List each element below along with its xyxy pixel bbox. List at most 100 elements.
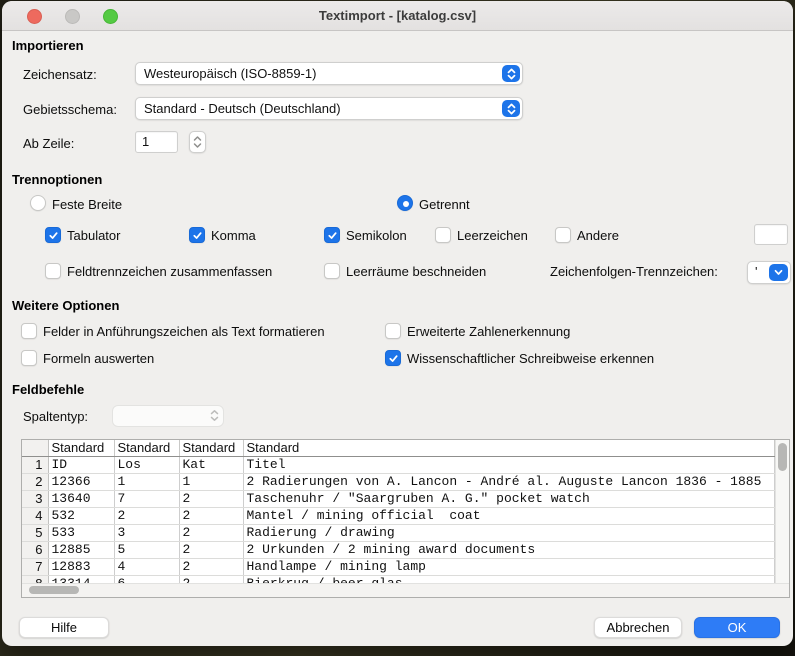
preview-row[interactable]: 612885522 Urkunden / 2 mining award docu… xyxy=(22,541,775,558)
string-delimiter-label: Zeichenfolgen-Trennzeichen: xyxy=(550,264,718,279)
checkbox-scientific-notation[interactable] xyxy=(385,350,401,366)
preview-cell[interactable]: Bierkrug / beer glas xyxy=(243,575,775,583)
checkbox-tab-label: Tabulator xyxy=(67,228,120,243)
cancel-button[interactable]: Abbrechen xyxy=(594,617,682,638)
charset-select[interactable]: Westeuropäisch (ISO-8859-1) xyxy=(135,62,523,85)
preview-cell[interactable]: 2 Radierungen von A. Lancon - André al. … xyxy=(243,473,775,490)
preview-cell[interactable]: Kat xyxy=(179,456,243,473)
check-icon xyxy=(388,353,399,364)
help-button[interactable]: Hilfe xyxy=(19,617,109,638)
preview-cell[interactable]: 2 Urkunden / 2 mining award documents xyxy=(243,541,775,558)
locale-select[interactable]: Standard - Deutsch (Deutschland) xyxy=(135,97,523,120)
checkbox-space[interactable] xyxy=(435,227,451,243)
preview-cell[interactable]: 13640 xyxy=(48,490,114,507)
preview-row[interactable]: 31364072Taschenuhr / "Saargruben A. G." … xyxy=(22,490,775,507)
locale-value: Standard - Deutsch (Deutschland) xyxy=(144,101,498,116)
radio-fixed-width-label: Feste Breite xyxy=(52,197,122,212)
vertical-scrollbar[interactable] xyxy=(775,440,789,583)
checkbox-other-label: Andere xyxy=(577,228,619,243)
column-type-select xyxy=(112,405,224,427)
preview-cell[interactable]: Taschenuhr / "Saargruben A. G." pocket w… xyxy=(243,490,775,507)
preview-cell[interactable]: 2 xyxy=(179,507,243,524)
preview-row[interactable]: 71288342Handlampe / mining lamp xyxy=(22,558,775,575)
preview-cell[interactable]: 5 xyxy=(114,541,179,558)
preview-col-header[interactable]: Standard xyxy=(179,440,243,456)
checkbox-quoted-as-text-label: Felder in Anführungszeichen als Text for… xyxy=(43,324,325,339)
preview-cell[interactable]: 4 xyxy=(114,558,179,575)
window-title: Textimport - [katalog.csv] xyxy=(2,8,793,23)
checkbox-comma[interactable] xyxy=(189,227,205,243)
preview-cell[interactable]: 12366 xyxy=(48,473,114,490)
preview-row[interactable]: 212366112 Radierungen von A. Lancon - An… xyxy=(22,473,775,490)
preview-cell[interactable]: 13314 xyxy=(48,575,114,583)
preview-cell[interactable]: Mantel / mining official coat xyxy=(243,507,775,524)
checkbox-evaluate-formulas-label: Formeln auswerten xyxy=(43,351,154,366)
corner-cell xyxy=(22,440,48,456)
other-separator-input[interactable] xyxy=(754,224,788,245)
vertical-scrollbar-thumb[interactable] xyxy=(778,443,787,471)
chevron-updown-icon xyxy=(193,135,202,149)
preview-cell[interactable]: Handlampe / mining lamp xyxy=(243,558,775,575)
preview-cell[interactable]: ID xyxy=(48,456,114,473)
preview-row[interactable]: 1IDLosKatTitel xyxy=(22,456,775,473)
horizontal-scrollbar[interactable] xyxy=(22,583,789,597)
preview-col-header[interactable]: Standard xyxy=(243,440,775,456)
title-bar: Textimport - [katalog.csv] xyxy=(2,1,793,31)
row-number: 8 xyxy=(22,575,48,583)
preview-cell[interactable]: 7 xyxy=(114,490,179,507)
checkbox-quoted-as-text[interactable] xyxy=(21,323,37,339)
preview-table-head: StandardStandardStandardStandard xyxy=(22,440,775,456)
preview-cell[interactable]: 2 xyxy=(179,524,243,541)
radio-separated-label: Getrennt xyxy=(419,197,470,212)
checkbox-tab[interactable] xyxy=(45,227,61,243)
preview-cell[interactable]: 1 xyxy=(114,473,179,490)
chevron-down-icon xyxy=(769,264,788,281)
preview-cell[interactable]: 2 xyxy=(114,507,179,524)
row-number: 1 xyxy=(22,456,48,473)
preview-cell[interactable]: 2 xyxy=(179,575,243,583)
preview-cell[interactable]: Los xyxy=(114,456,179,473)
checkbox-other[interactable] xyxy=(555,227,571,243)
cancel-button-label: Abbrechen xyxy=(607,620,670,635)
textimport-dialog: Textimport - [katalog.csv] Importieren Z… xyxy=(2,1,793,646)
preview-cell[interactable]: 532 xyxy=(48,507,114,524)
checkbox-scientific-notation-label: Wissenschaftlicher Schreibweise erkennen xyxy=(407,351,654,366)
preview-row[interactable]: 553332Radierung / drawing xyxy=(22,524,775,541)
from-row-input[interactable]: 1 xyxy=(135,131,178,153)
ok-button-label: OK xyxy=(728,620,747,635)
checkbox-merge-delimiters[interactable] xyxy=(45,263,61,279)
preview-cell[interactable]: 2 xyxy=(179,558,243,575)
preview-cell[interactable]: 2 xyxy=(179,541,243,558)
charset-value: Westeuropäisch (ISO-8859-1) xyxy=(144,66,498,81)
preview-cell[interactable]: 1 xyxy=(179,473,243,490)
preview-col-header[interactable]: Standard xyxy=(114,440,179,456)
preview-row[interactable]: 453222Mantel / mining official coat xyxy=(22,507,775,524)
checkbox-trim-spaces-label: Leerräume beschneiden xyxy=(346,264,486,279)
chevron-updown-icon xyxy=(210,409,219,425)
section-fields-heading: Feldbefehle xyxy=(12,382,84,397)
horizontal-scrollbar-thumb[interactable] xyxy=(29,586,79,594)
preview-col-header[interactable]: Standard xyxy=(48,440,114,456)
checkbox-trim-spaces[interactable] xyxy=(324,263,340,279)
preview-cell[interactable]: 2 xyxy=(179,490,243,507)
preview-table-container: StandardStandardStandardStandard 1IDLosK… xyxy=(21,439,790,598)
check-icon xyxy=(192,230,203,241)
checkbox-evaluate-formulas[interactable] xyxy=(21,350,37,366)
preview-cell[interactable]: 12883 xyxy=(48,558,114,575)
checkbox-special-numbers[interactable] xyxy=(385,323,401,339)
row-number: 2 xyxy=(22,473,48,490)
preview-cell[interactable]: Titel xyxy=(243,456,775,473)
radio-separated[interactable] xyxy=(397,195,413,211)
radio-fixed-width[interactable] xyxy=(30,195,46,211)
preview-cell[interactable]: 533 xyxy=(48,524,114,541)
ok-button[interactable]: OK xyxy=(694,617,780,638)
preview-cell[interactable]: 3 xyxy=(114,524,179,541)
string-delimiter-combo[interactable]: ' xyxy=(747,261,791,284)
preview-cell[interactable]: 12885 xyxy=(48,541,114,558)
preview-cell[interactable]: Radierung / drawing xyxy=(243,524,775,541)
preview-row[interactable]: 81331462Bierkrug / beer glas xyxy=(22,575,775,583)
preview-cell[interactable]: 6 xyxy=(114,575,179,583)
checkbox-semicolon[interactable] xyxy=(324,227,340,243)
from-row-stepper[interactable] xyxy=(189,131,206,153)
checkbox-semicolon-label: Semikolon xyxy=(346,228,407,243)
